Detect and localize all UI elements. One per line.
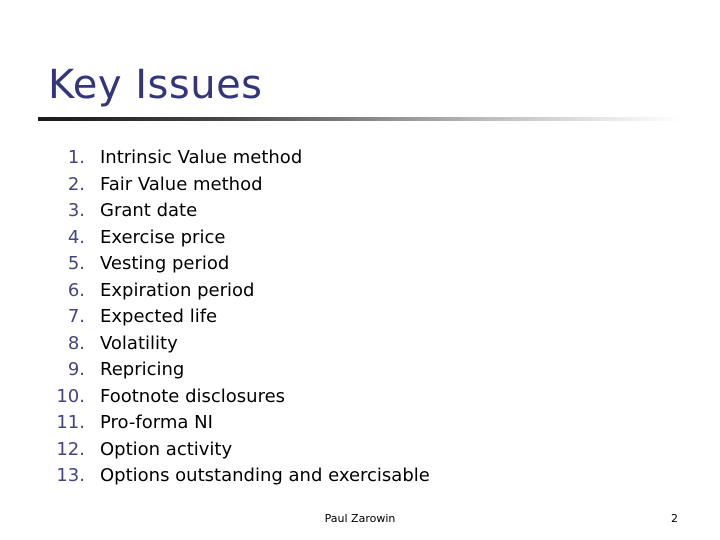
list-item-number: 4. bbox=[67, 226, 85, 248]
list-item-label: Options outstanding and exercisable bbox=[100, 465, 430, 486]
list-item: 13. Options outstanding and exercisable bbox=[40, 463, 660, 490]
footer-page-number: 2 bbox=[671, 512, 678, 525]
list-item: 10. Footnote disclosures bbox=[40, 384, 660, 411]
list-item-number: 7. bbox=[67, 306, 85, 327]
list-item: 6. Expiration period bbox=[40, 278, 660, 305]
title-divider-rule bbox=[38, 117, 683, 121]
list-item-label: Fair Value method bbox=[100, 173, 263, 195]
list-item-label: Grant date bbox=[100, 200, 198, 221]
list-item-number: 1. bbox=[67, 147, 85, 168]
list-item: 9. Repricing bbox=[40, 357, 660, 384]
list-item-number: 11. bbox=[56, 412, 85, 433]
list-item-number: 9. bbox=[67, 359, 85, 380]
list-item-number: 6. bbox=[67, 279, 85, 301]
list-item-label: Pro-forma NI bbox=[100, 412, 213, 433]
list-item-label: Expected life bbox=[100, 306, 218, 327]
list-item-number: 12. bbox=[56, 438, 85, 460]
list-item-label: Repricing bbox=[100, 359, 185, 380]
footer-author-label: Paul Zarowin bbox=[324, 512, 396, 525]
list-item: 1. Intrinsic Value method bbox=[40, 145, 660, 172]
page-title: Key Issues bbox=[48, 62, 263, 108]
list-item-label: Expiration period bbox=[100, 279, 255, 301]
list-item: 11. Pro-forma NI bbox=[40, 410, 660, 437]
list-item: 4. Exercise price bbox=[40, 225, 660, 252]
list-item-label: Vesting period bbox=[100, 253, 230, 274]
list-item-label: Footnote disclosures bbox=[100, 385, 286, 407]
list-item-number: 10. bbox=[56, 385, 85, 407]
list-item-label: Exercise price bbox=[100, 226, 226, 248]
list-item: 12. Option activity bbox=[40, 437, 660, 464]
slide-canvas: Key Issues 1. Intrinsic Value method 2. … bbox=[0, 0, 720, 540]
list-item-number: 5. bbox=[67, 253, 85, 274]
list-item-label: Intrinsic Value method bbox=[100, 147, 303, 168]
list-item: 3. Grant date bbox=[40, 198, 660, 225]
list-item: 7. Expected life bbox=[40, 304, 660, 331]
list-item-number: 3. bbox=[67, 200, 85, 221]
slide-footer: Paul Zarowin 2 bbox=[0, 512, 720, 532]
list-item: 2. Fair Value method bbox=[40, 172, 660, 199]
list-item-number: 13. bbox=[56, 465, 85, 486]
list-item: 5. Vesting period bbox=[40, 251, 660, 278]
list-item-label: Volatility bbox=[100, 332, 178, 354]
list-item-number: 2. bbox=[67, 173, 85, 195]
list-item: 8. Volatility bbox=[40, 331, 660, 358]
list-item-number: 8. bbox=[67, 332, 85, 354]
list-item-label: Option activity bbox=[100, 438, 233, 460]
numbered-issues-list: 1. Intrinsic Value method 2. Fair Value … bbox=[40, 145, 660, 490]
